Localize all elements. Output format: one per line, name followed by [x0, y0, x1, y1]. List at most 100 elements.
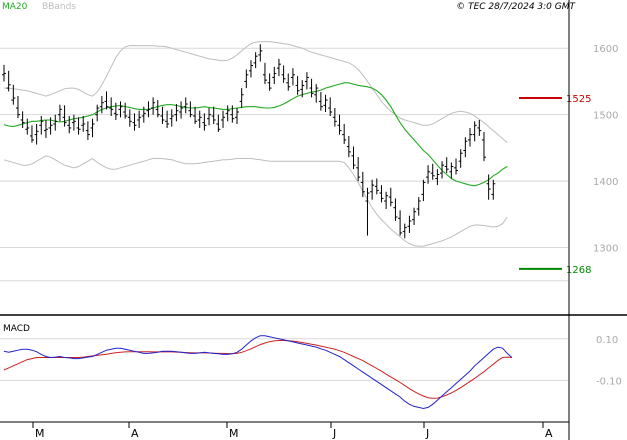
ohlc-bar — [53, 114, 58, 131]
ohlc-bar — [309, 78, 314, 98]
ohlc-bar — [318, 92, 323, 111]
ohlc-bar — [20, 111, 25, 128]
ohlc-bar — [179, 101, 184, 119]
x-tick-label: J — [332, 427, 336, 440]
ohlc-bar — [463, 137, 468, 158]
ohlc-bar — [491, 179, 496, 200]
ohlc-bar — [328, 97, 333, 116]
ohlc-bar — [435, 169, 440, 186]
gridlines: 1300 1400 1500 1600 — [0, 44, 618, 282]
ohlc-bar — [202, 113, 207, 131]
ohlc-bars — [2, 44, 496, 239]
ohlc-bar — [57, 104, 62, 122]
ohlc-bar — [481, 131, 486, 162]
bbands-lower-line — [3, 155, 508, 247]
x-tick-label: M — [35, 427, 45, 440]
chart-frame: MAMJJA — [0, 0, 627, 440]
ohlc-bar — [216, 114, 221, 132]
ohlc-bar — [412, 207, 417, 225]
ohlc-bar — [468, 127, 472, 147]
ohlc-bar — [416, 197, 421, 216]
ohlc-bar — [207, 108, 212, 126]
ohlc-bar — [62, 105, 67, 127]
ohlc-bar — [137, 110, 142, 128]
ohlc-bar — [430, 163, 435, 180]
ohlc-bar — [458, 149, 463, 168]
price-ytick-label: 1500 — [593, 111, 618, 122]
ohlc-bar — [421, 179, 426, 202]
price-ytick-label: 1300 — [593, 244, 618, 255]
ohlc-bar — [449, 162, 454, 179]
x-tick-label: M — [229, 427, 239, 440]
ohlc-bar — [183, 97, 188, 114]
ohlc-bar — [239, 88, 244, 109]
price-ytick-label: 1600 — [593, 44, 618, 55]
ohlc-bar — [39, 115, 44, 135]
macd-signal-line — [3, 340, 512, 399]
ohlc-bar — [281, 65, 286, 83]
ohlc-bar — [272, 66, 277, 85]
ma20-polyline — [3, 82, 508, 187]
ohlc-bar — [454, 158, 459, 175]
ohlc-bar — [225, 105, 230, 122]
price-levels: 1525 1268 — [519, 94, 591, 276]
support-level-label: 1268 — [566, 265, 591, 276]
ohlc-bar — [2, 64, 6, 82]
ohlc-bar — [342, 123, 347, 144]
macd-ytick-label: -0.10 — [596, 376, 622, 387]
ohlc-bar — [160, 106, 165, 124]
ohlc-bar — [34, 123, 39, 145]
ohlc-bar — [165, 110, 170, 128]
ohlc-bar — [151, 97, 156, 115]
ohlc-bar — [11, 84, 16, 105]
macd-ytick-label: 0.10 — [596, 335, 618, 346]
ohlc-bar — [295, 76, 300, 95]
ohlc-bar — [81, 115, 86, 132]
ohlc-bar — [398, 210, 403, 236]
x-tick-label: J — [425, 427, 429, 440]
ma20-line — [3, 82, 508, 187]
ohlc-bar — [25, 118, 30, 135]
ohlc-bar — [76, 117, 81, 135]
ohlc-bar — [444, 157, 449, 174]
ohlc-bar — [365, 187, 370, 236]
x-tick-label: A — [131, 427, 139, 440]
ohlc-bar — [407, 215, 412, 233]
ohlc-bar — [314, 84, 319, 103]
ohlc-bar — [85, 121, 90, 140]
ohlc-bar — [123, 102, 128, 119]
ohlc-bar — [174, 104, 179, 122]
ohlc-bar — [244, 69, 249, 89]
ohlc-bar — [356, 157, 361, 182]
ohlc-bar — [337, 114, 342, 135]
macd-line — [3, 335, 513, 410]
macd-panel-label: MACD — [3, 324, 30, 334]
bollinger-bands — [3, 41, 508, 247]
ohlc-bar — [262, 62, 267, 85]
ohlc-bar — [29, 125, 34, 143]
copyright-text: © TEC 28/7/2024 3:0 GMT — [456, 2, 576, 12]
ohlc-bar — [258, 44, 263, 62]
ohlc-bar — [132, 113, 137, 131]
ohlc-bar — [197, 110, 202, 128]
ohlc-bar — [253, 52, 258, 69]
ohlc-bar — [248, 60, 253, 78]
ma20-legend-label: MA20 — [2, 2, 28, 12]
ohlc-bar — [472, 121, 477, 142]
macd-panel: 0.10 -0.10 — [0, 335, 622, 410]
ohlc-bar — [402, 223, 407, 239]
ohlc-bar — [304, 72, 309, 90]
ohlc-bar — [351, 146, 356, 170]
ohlc-bar — [67, 115, 72, 134]
ohlc-bar — [211, 106, 216, 124]
ohlc-bar — [379, 185, 384, 203]
ohlc-bar — [235, 108, 239, 124]
bbands-legend-label: BBands — [42, 2, 76, 12]
x-tick-label: A — [545, 427, 553, 440]
stock-chart: 1300 1400 1500 1600 1525 1268 0.10 -0.10 M A M J… — [0, 0, 627, 440]
ohlc-bar — [323, 94, 328, 113]
ohlc-bar — [290, 68, 295, 86]
ohlc-bar — [127, 109, 132, 127]
ohlc-bar — [104, 91, 109, 110]
ohlc-bar — [477, 119, 482, 136]
